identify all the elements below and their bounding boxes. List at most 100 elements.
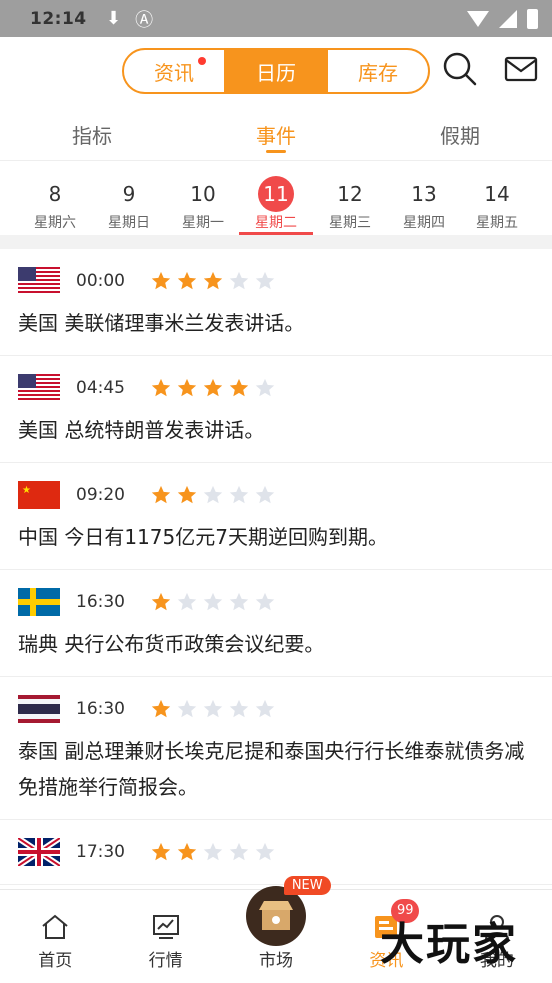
date-item[interactable]: 14 星期五 [460,161,534,232]
event-description: 中国 今日有1175亿元7天期逆回购到期。 [18,525,388,549]
event-item[interactable]: 17:30 [0,820,552,885]
star-empty-icon [203,485,223,504]
date-number: 12 [337,182,363,206]
wifi-icon [467,10,489,27]
tab-home[interactable]: 首页 [0,890,110,983]
storefront-icon [259,901,294,930]
star-empty-icon [255,592,275,611]
weekday-label: 星期六 [34,215,76,231]
divider [0,235,552,249]
star-empty-icon [203,842,223,861]
tab-indicators[interactable]: 指标 [0,103,184,160]
home-icon [42,914,68,939]
star-filled-icon [151,271,171,290]
importance-stars [150,377,276,399]
event-meta: 16:30 [18,677,534,741]
top-header: 资讯 日历 库存 [0,37,552,103]
new-badge: NEW [283,876,331,895]
shop-icon [246,886,307,946]
date-number: 11 [258,176,294,212]
event-description: 美国 美联储理事米兰发表讲话。 [18,311,305,335]
star-empty-icon [229,842,249,861]
event-list: 00:00 美国 美联储理事米兰发表讲话。 04:45 美国 总统特朗普发表讲话。 ★ 0… [0,249,552,889]
event-time: 04:45 [76,378,125,398]
segment-news[interactable]: 资讯 [124,50,224,92]
star-filled-icon [203,271,223,290]
segment-control: 资讯 日历 库存 [122,48,430,94]
star-empty-icon [255,699,275,718]
date-item[interactable]: 10 星期一 [166,161,240,232]
star-filled-icon [177,271,197,290]
weekday-label: 星期三 [329,215,371,231]
star-filled-icon [203,378,223,397]
event-meta: 17:30 [18,820,534,884]
watermark: 大玩家 [380,919,518,970]
star-empty-icon [229,271,249,290]
event-type-tabs: 指标 事件 假期 [0,103,552,161]
event-item[interactable]: 16:30 瑞典 央行公布货币政策会议纪要。 [0,570,552,677]
event-time: 16:30 [76,699,125,719]
star-empty-icon [255,485,275,504]
event-item[interactable]: 04:45 美国 总统特朗普发表讲话。 [0,356,552,463]
date-item[interactable]: 12 星期三 [313,161,387,232]
date-number: 14 [484,182,510,206]
download-icon: ⬇ [106,8,122,29]
segment-calendar[interactable]: 日历 [224,50,326,92]
event-item[interactable]: ★ 09:20 中国 今日有1175亿元7天期逆回购到期。 [0,463,552,570]
date-item[interactable]: 星 [534,161,552,232]
clock: 12:14 [30,8,87,29]
event-time: 17:30 [76,842,125,862]
star-filled-icon [151,699,171,718]
date-item[interactable]: 8 星期六 [18,161,92,232]
star-filled-icon [151,485,171,504]
importance-stars [150,484,276,506]
star-empty-icon [177,699,197,718]
tab-events[interactable]: 事件 [184,103,368,160]
tab-quotes[interactable]: 行情 [110,890,220,983]
star-empty-icon [255,378,275,397]
event-description: 瑞典 央行公布货币政策会议纪要。 [18,632,325,656]
importance-stars [150,591,276,613]
event-time: 09:20 [76,485,125,505]
weekday-label: 星期二 [255,215,297,231]
mail-icon[interactable] [503,51,539,87]
search-icon[interactable] [442,51,478,87]
us-flag [18,374,60,402]
star-filled-icon [151,378,171,397]
weekday-label: 星期四 [403,215,445,231]
weekday-label: 星期五 [476,215,518,231]
event-time: 00:00 [76,271,125,291]
event-meta: 04:45 [18,356,534,420]
tab-holidays[interactable]: 假期 [368,103,552,160]
date-number: 13 [411,182,437,206]
star-filled-icon [177,842,197,861]
importance-stars [150,270,276,292]
star-filled-icon [177,378,197,397]
chart-icon [152,915,179,939]
event-description: 美国 总统特朗普发表讲话。 [18,418,265,442]
segment-inventory[interactable]: 库存 [326,50,428,92]
tab-market[interactable]: NEW 市场 [221,876,331,983]
event-item[interactable]: 16:30 泰国 副总理兼财长埃克尼提和泰国央行行长维泰就债务减免措施举行简报会。 [0,677,552,820]
battery-icon [527,8,538,29]
event-meta: ★ 09:20 [18,463,534,527]
event-meta: 00:00 [18,249,534,313]
svg-text:★: ★ [22,485,31,496]
cn-flag: ★ [18,481,60,509]
date-item[interactable]: 13 星期四 [387,161,461,232]
date-item[interactable]: 11 星期二 [239,161,313,235]
uk-flag [18,838,60,866]
date-number: 9 [122,182,136,206]
us-flag [18,267,60,295]
se-flag [18,588,60,616]
date-item[interactable]: 9 星期日 [92,161,166,232]
date-strip: 五8星期六9星期日10星期一11星期二12星期三13星期四14星期五星 [0,161,552,235]
signal-icon [499,9,517,28]
star-filled-icon [151,592,171,611]
star-filled-icon [151,842,171,861]
weekday-label: 星期一 [182,215,224,231]
star-empty-icon [229,699,249,718]
event-item[interactable]: 00:00 美国 美联储理事米兰发表讲话。 [0,249,552,356]
date-number: 8 [48,182,62,206]
weekday-label: 星期日 [108,215,150,231]
